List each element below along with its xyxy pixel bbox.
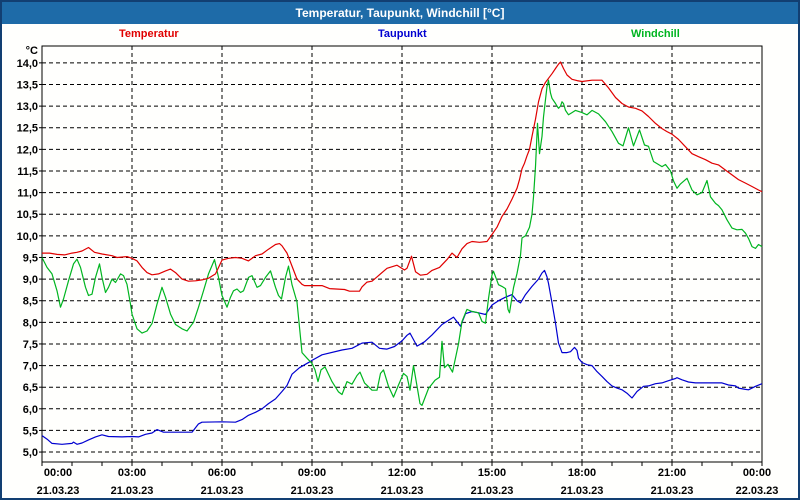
y-axis-label: 13,5 bbox=[17, 79, 38, 91]
legend-item-windchill: Windchill bbox=[631, 28, 680, 40]
x-axis-date-label: 21.03.23 bbox=[471, 485, 514, 497]
y-axis-label: 10,5 bbox=[17, 209, 38, 221]
x-axis-date-label: 21.03.23 bbox=[561, 485, 604, 497]
y-axis-label: 6,5 bbox=[23, 382, 38, 394]
x-axis-time-label: 12:00 bbox=[388, 467, 416, 479]
x-axis-time-label: 21:00 bbox=[658, 467, 686, 479]
y-axis-label: 14,0 bbox=[17, 58, 38, 70]
x-axis-time-label: 00:00 bbox=[743, 467, 771, 479]
x-axis-date-label: 21.03.23 bbox=[291, 485, 334, 497]
x-axis-date-label: 21.03.23 bbox=[201, 485, 244, 497]
y-axis-label: 6,0 bbox=[23, 404, 38, 416]
x-axis-date-label: 22.03.23 bbox=[736, 485, 779, 497]
y-axis-label: 11,0 bbox=[17, 188, 38, 200]
y-axis-label: 5,0 bbox=[23, 447, 38, 459]
legend-item-taupunkt: Taupunkt bbox=[378, 28, 427, 40]
x-axis-time-label: 00:00 bbox=[44, 467, 72, 479]
y-axis-unit-label: °C bbox=[26, 45, 38, 57]
y-axis-label: 7,5 bbox=[23, 339, 38, 351]
y-axis-label: 9,0 bbox=[23, 274, 38, 286]
chart-svg: 5,0 5,5 6,0 6,5 7,0 7,5 8,0 8,5 9,0 9,5 10,0 10,5 11… bbox=[17, 45, 779, 497]
y-axis-label: 13,0 bbox=[17, 101, 38, 113]
y-axis-label: 12,5 bbox=[17, 123, 38, 135]
window-title-bar: Temperatur, Taupunkt, Windchill [°C] bbox=[2, 2, 798, 24]
x-axis-time-label: 03:00 bbox=[118, 467, 146, 479]
y-axis-label: 10,0 bbox=[17, 231, 38, 243]
x-axis-time-label: 06:00 bbox=[208, 467, 236, 479]
chart-title: Temperatur, Taupunkt, Windchill [°C] bbox=[295, 6, 505, 20]
x-axis-date-label: 21.03.23 bbox=[651, 485, 694, 497]
x-axis-time-label: 18:00 bbox=[568, 467, 596, 479]
legend-item-temperatur: Temperatur bbox=[119, 28, 179, 40]
y-axis-label: 12,0 bbox=[17, 144, 38, 156]
x-axis-date-label: 21.03.23 bbox=[381, 485, 424, 497]
y-axis-label: 9,5 bbox=[23, 252, 38, 264]
y-axis-label: 5,5 bbox=[23, 425, 38, 437]
y-axis-label: 7,0 bbox=[23, 361, 38, 373]
y-axis-label: 11,5 bbox=[17, 166, 38, 178]
x-axis-date-label: 21.03.23 bbox=[37, 485, 80, 497]
x-axis-time-label: 15:00 bbox=[478, 467, 506, 479]
plot-area[interactable] bbox=[42, 46, 762, 462]
y-axis-label: 8,5 bbox=[23, 296, 38, 308]
y-axis-label: 8,0 bbox=[23, 317, 38, 329]
x-axis-date-label: 21.03.23 bbox=[111, 485, 154, 497]
weather-chart-window: Temperatur, Taupunkt, Windchill [°C] Tem… bbox=[0, 0, 800, 500]
x-axis-time-label: 09:00 bbox=[298, 467, 326, 479]
chart-legend: Temperatur Taupunkt Windchill bbox=[2, 28, 798, 42]
